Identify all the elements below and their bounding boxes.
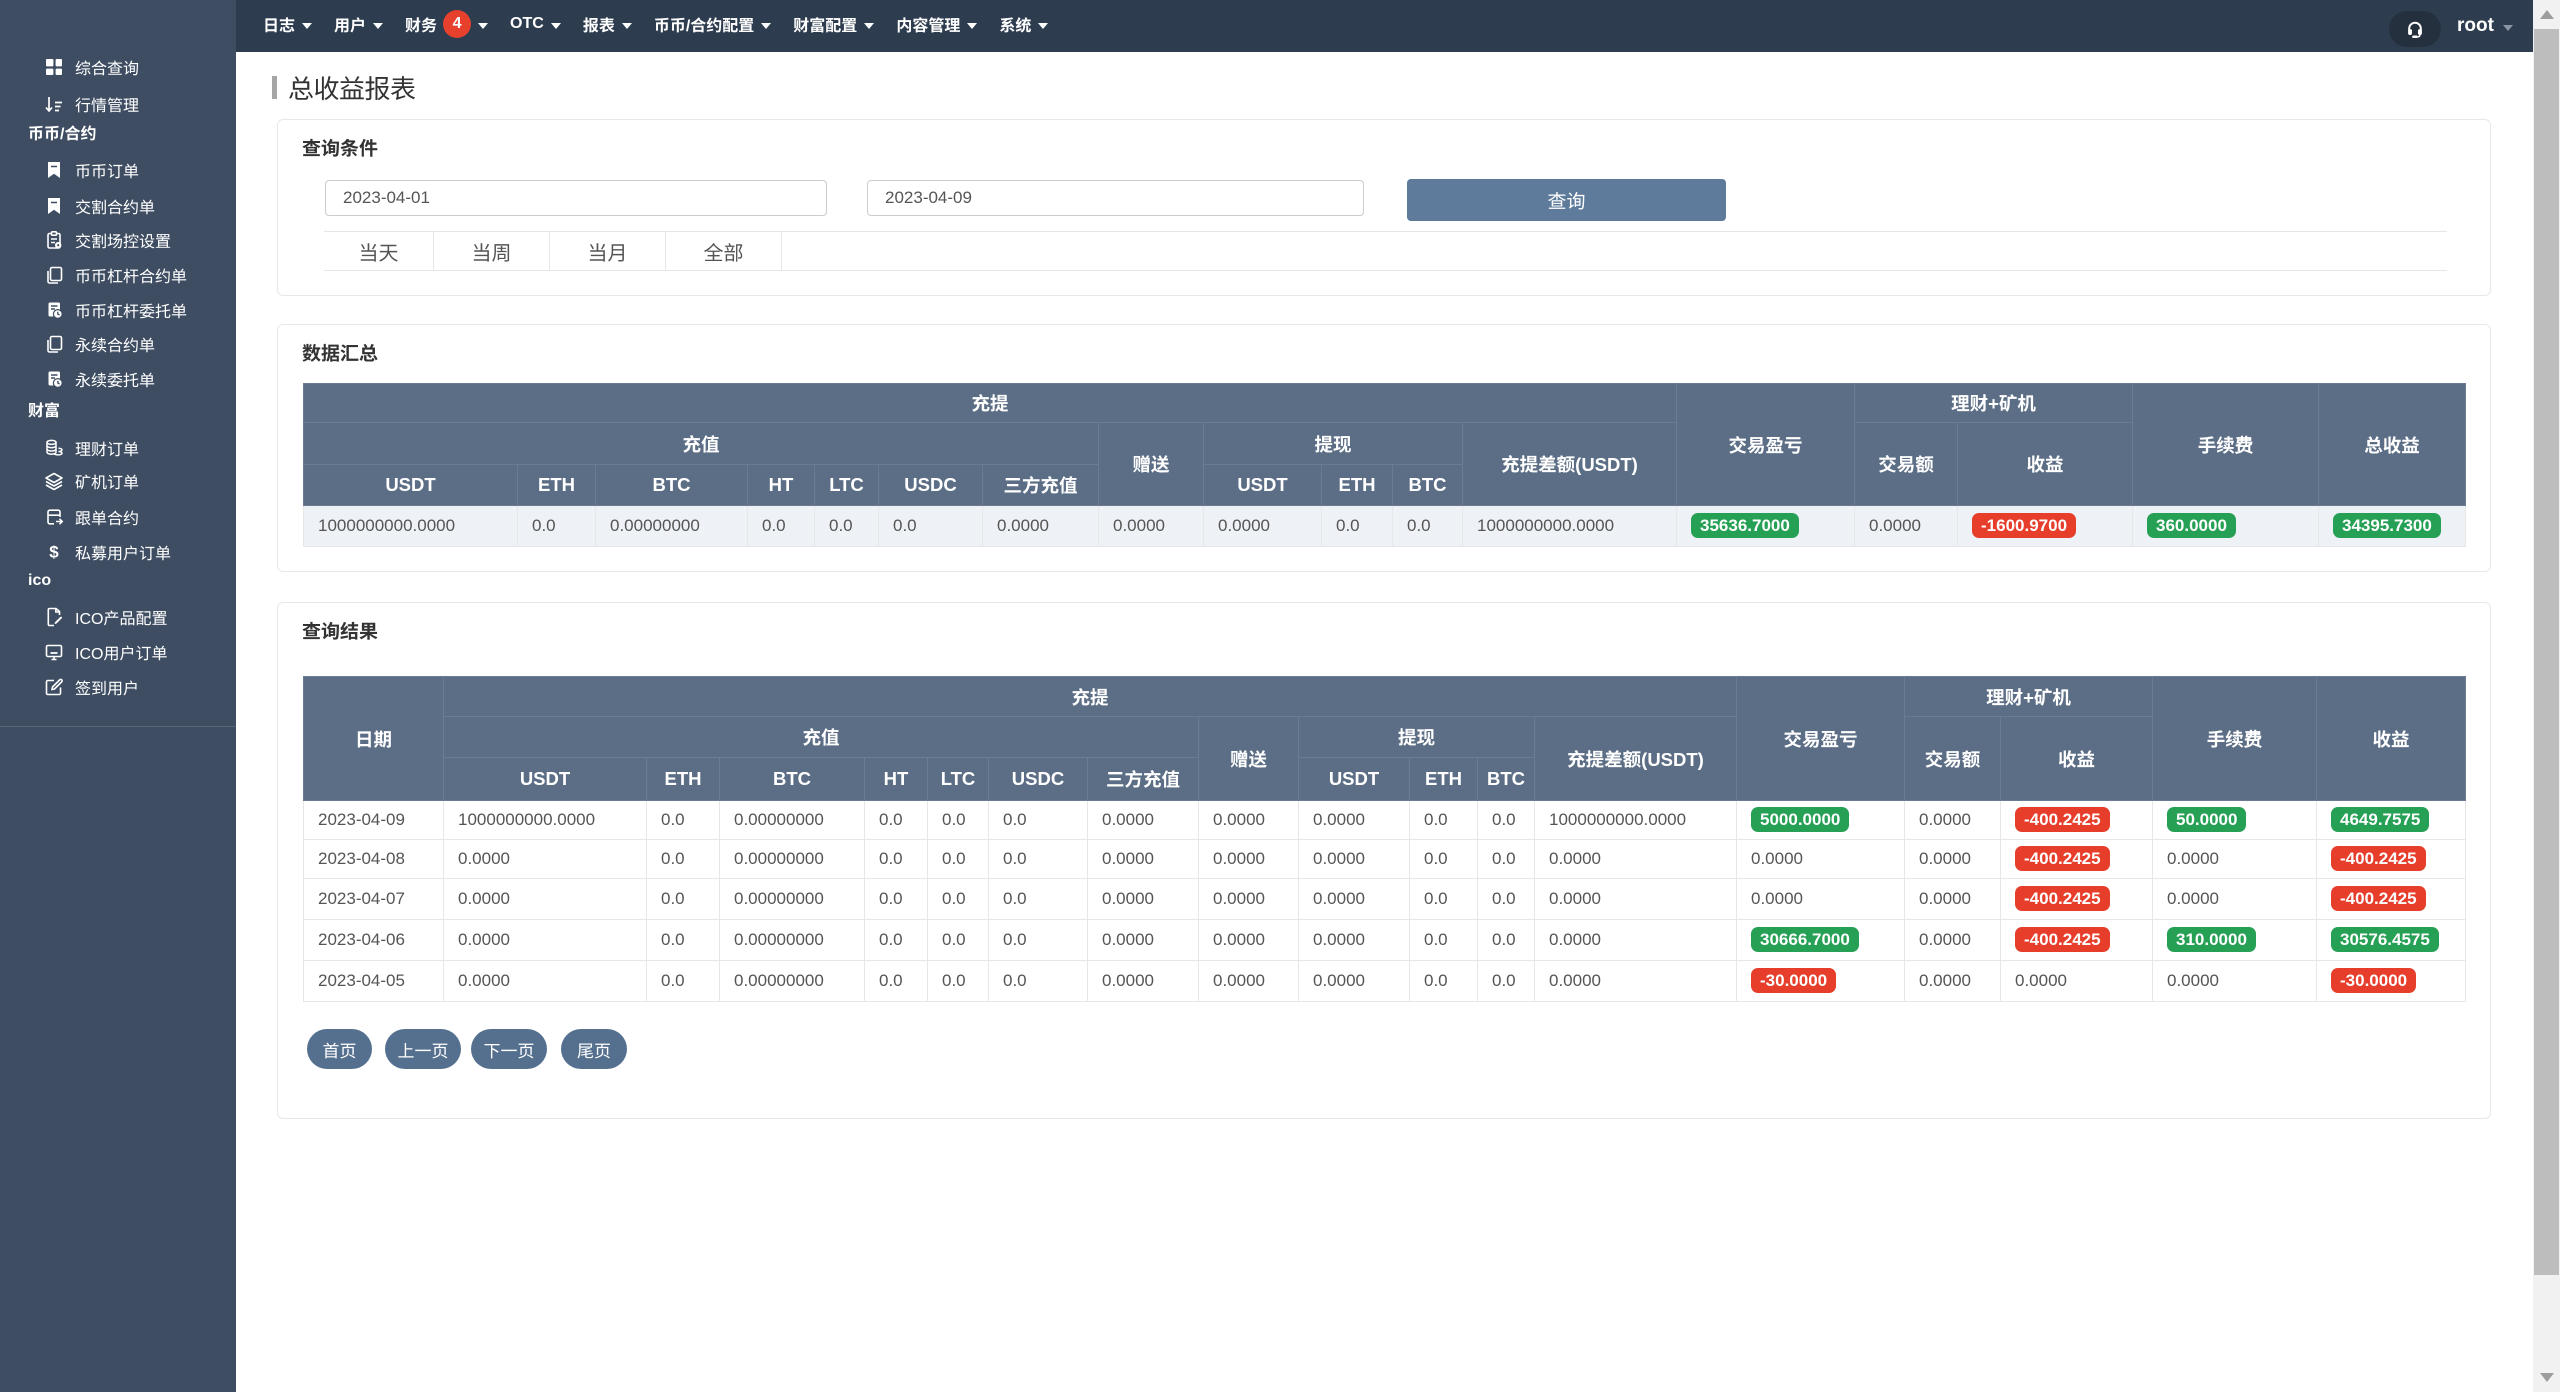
svg-text:$: $ bbox=[49, 543, 59, 562]
